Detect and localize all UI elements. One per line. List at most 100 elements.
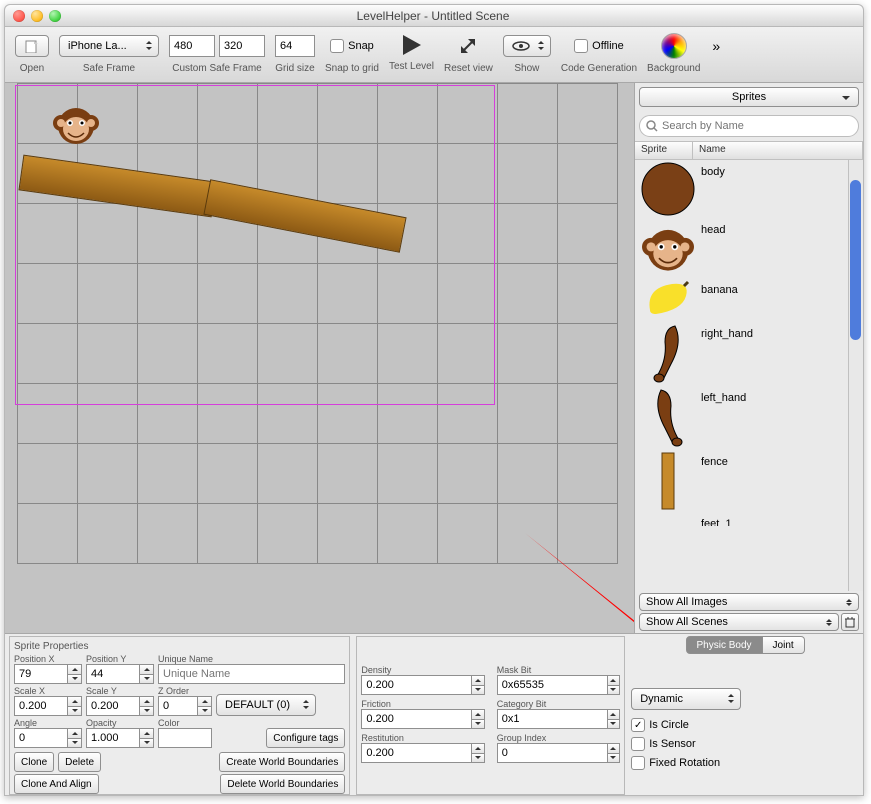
- show-images-select[interactable]: Show All Images: [639, 593, 859, 611]
- is-circle-label: Is Circle: [649, 719, 689, 731]
- list-item[interactable]: body: [635, 160, 863, 218]
- open-label: Open: [20, 63, 44, 74]
- list-item[interactable]: banana: [635, 278, 863, 322]
- group-index-input[interactable]: [497, 743, 608, 763]
- scrollbar[interactable]: [848, 160, 863, 591]
- grid-size-input[interactable]: [275, 35, 315, 57]
- reset-view-icon[interactable]: [457, 35, 479, 57]
- offline-checkbox[interactable]: [574, 39, 588, 53]
- angle-stepper[interactable]: [68, 728, 82, 748]
- scale-y-stepper[interactable]: [140, 696, 154, 716]
- density-input[interactable]: [361, 675, 472, 695]
- search-field[interactable]: [639, 115, 859, 137]
- opacity-input[interactable]: [86, 728, 140, 748]
- scale-x-input[interactable]: [14, 696, 68, 716]
- minimize-icon[interactable]: [31, 10, 43, 22]
- search-input[interactable]: [662, 120, 852, 132]
- fixed-rot-label: Fixed Rotation: [649, 757, 720, 769]
- z-order-input[interactable]: [158, 696, 198, 716]
- group-stepper[interactable]: [608, 743, 621, 763]
- col-name[interactable]: Name: [693, 142, 863, 159]
- is-sensor-label: Is Sensor: [649, 738, 695, 750]
- safe-frame-select[interactable]: iPhone La...: [59, 35, 159, 57]
- restitution-input[interactable]: [361, 743, 472, 763]
- scale-x-stepper[interactable]: [68, 696, 82, 716]
- clone-align-button[interactable]: Clone And Align: [14, 774, 99, 794]
- delete-button[interactable]: [841, 613, 859, 631]
- reset-view-label: Reset view: [444, 63, 493, 74]
- sprite-head[interactable]: [53, 101, 99, 147]
- physics-fields-panel: Density Friction Restitution Mask Bit Ca…: [356, 636, 625, 795]
- custom-safe-frame-label: Custom Safe Frame: [172, 63, 261, 74]
- opacity-stepper[interactable]: [140, 728, 154, 748]
- friction-input[interactable]: [361, 709, 472, 729]
- show-label: Show: [514, 63, 539, 74]
- tab-physic-body[interactable]: Physic Body: [686, 636, 763, 654]
- window-title: LevelHelper - Untitled Scene: [61, 9, 855, 23]
- title-bar: LevelHelper - Untitled Scene: [5, 5, 863, 27]
- sprite-list: Sprite Name body: [635, 141, 863, 591]
- delete-sprite-button[interactable]: Delete: [58, 752, 101, 772]
- height-input[interactable]: [219, 35, 265, 57]
- angle-input[interactable]: [14, 728, 68, 748]
- tab-joint[interactable]: Joint: [763, 636, 805, 654]
- body-type-select[interactable]: Dynamic: [631, 688, 741, 710]
- body-type-panel: Physic Body Joint Dynamic Is Circle Is S…: [631, 636, 859, 795]
- configure-tags-button[interactable]: Configure tags: [266, 728, 345, 748]
- code-gen-label: Code Generation: [561, 63, 637, 74]
- col-sprite[interactable]: Sprite: [635, 142, 693, 159]
- search-icon: [646, 120, 658, 132]
- sprite-properties-panel: Sprite Properties Position X Position Y …: [9, 636, 350, 795]
- snap-checkbox[interactable]: [330, 39, 344, 53]
- scale-y-input[interactable]: [86, 696, 140, 716]
- show-dropdown[interactable]: [503, 35, 551, 57]
- mask-bit-input[interactable]: [497, 675, 608, 695]
- fixed-rotation-checkbox[interactable]: [631, 756, 645, 770]
- pos-x-stepper[interactable]: [68, 664, 82, 684]
- play-icon[interactable]: [399, 33, 423, 57]
- toolbar: Open iPhone La... Safe Frame Custom Safe…: [5, 27, 863, 83]
- restitution-stepper[interactable]: [472, 743, 485, 763]
- app-window: LevelHelper - Untitled Scene Open iPhone…: [4, 4, 864, 796]
- list-item[interactable]: feet_1: [635, 512, 863, 526]
- z-stepper[interactable]: [198, 696, 212, 716]
- eye-icon: [512, 41, 530, 51]
- z-default-select[interactable]: DEFAULT (0): [216, 694, 316, 716]
- background-label: Background: [647, 63, 700, 74]
- sprites-selector[interactable]: Sprites: [639, 87, 859, 107]
- mask-stepper[interactable]: [608, 675, 621, 695]
- category-bit-input[interactable]: [497, 709, 608, 729]
- list-item[interactable]: fence: [635, 450, 863, 512]
- pos-y-input[interactable]: [86, 664, 140, 684]
- grid-size-label: Grid size: [275, 63, 314, 74]
- pos-y-stepper[interactable]: [140, 664, 154, 684]
- trash-icon: [844, 616, 856, 628]
- zoom-icon[interactable]: [49, 10, 61, 22]
- sprite-props-title: Sprite Properties: [14, 641, 345, 652]
- list-item[interactable]: head: [635, 218, 863, 278]
- pos-x-input[interactable]: [14, 664, 68, 684]
- is-sensor-checkbox[interactable]: [631, 737, 645, 751]
- cat-stepper[interactable]: [608, 709, 621, 729]
- sprite-panel: Sprites Sprite Name body: [635, 83, 863, 633]
- show-scenes-select[interactable]: Show All Scenes: [639, 613, 839, 631]
- color-swatch[interactable]: [158, 728, 212, 748]
- canvas[interactable]: [5, 83, 635, 633]
- background-color-picker[interactable]: [661, 33, 687, 59]
- overflow-icon[interactable]: »: [712, 38, 721, 54]
- create-boundaries-button[interactable]: Create World Boundaries: [219, 752, 345, 772]
- close-icon[interactable]: [13, 10, 25, 22]
- document-icon: [24, 39, 40, 53]
- offline-label: Offline: [592, 40, 624, 52]
- is-circle-checkbox[interactable]: [631, 718, 645, 732]
- list-item[interactable]: left_hand: [635, 386, 863, 450]
- open-button[interactable]: [15, 35, 49, 57]
- delete-boundaries-button[interactable]: Delete World Boundaries: [220, 774, 345, 794]
- clone-button[interactable]: Clone: [14, 752, 54, 772]
- width-input[interactable]: [169, 35, 215, 57]
- test-level-label: Test Level: [389, 61, 434, 72]
- friction-stepper[interactable]: [472, 709, 485, 729]
- unique-name-input[interactable]: [158, 664, 345, 684]
- density-stepper[interactable]: [472, 675, 485, 695]
- list-item[interactable]: right_hand: [635, 322, 863, 386]
